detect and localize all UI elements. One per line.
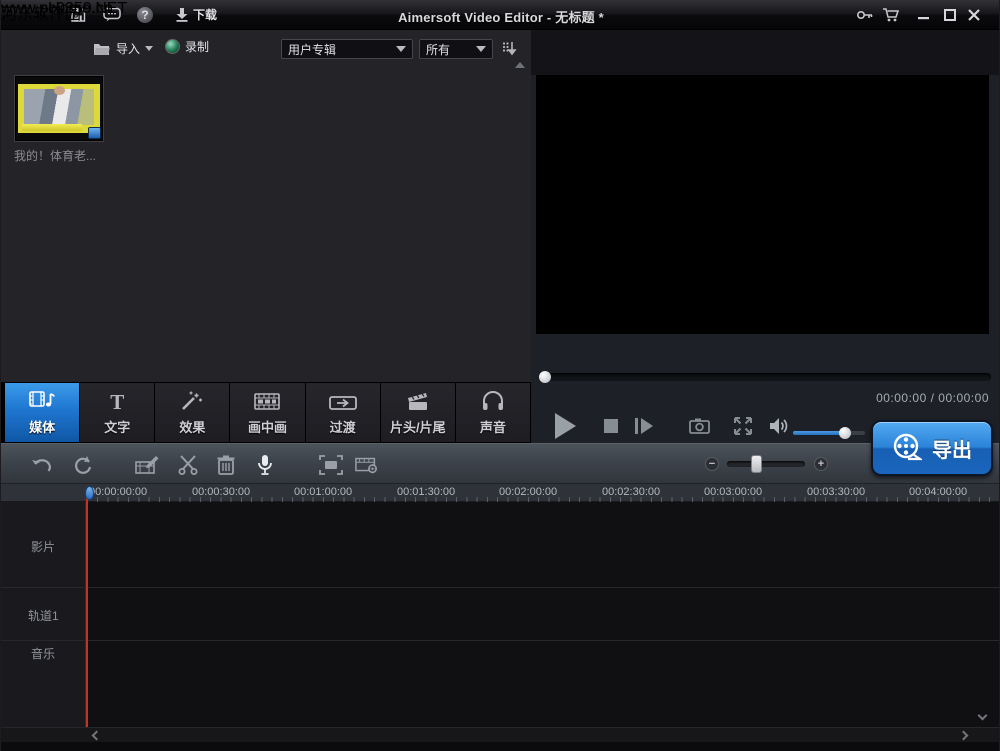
app-window: ? 下载 Aimersoft Video Editor - 无标题 * 导入 xyxy=(0,0,1000,751)
timeline-toolbar: − + xyxy=(1,443,1000,484)
tab-media[interactable]: 媒体 xyxy=(5,383,79,442)
timeline-ruler[interactable]: 00:00:00:00 00:00:30:00 00:01:00:00 00:0… xyxy=(1,484,1000,502)
zoom-out-button[interactable]: − xyxy=(705,457,719,471)
pip-frame-icon[interactable] xyxy=(319,453,343,477)
record-label: 录制 xyxy=(185,38,209,55)
stop-button[interactable] xyxy=(603,418,619,434)
preview-panel: 00:00:00 / 00:00:00 xyxy=(531,30,1000,443)
timeline-tracks[interactable]: 影片 轨道1 音乐 xyxy=(1,502,1000,727)
text-tool-icon: T xyxy=(110,386,124,412)
volume-fill xyxy=(793,431,845,435)
sort-icon[interactable] xyxy=(502,41,517,56)
tab-transition-label: 过渡 xyxy=(330,417,356,436)
clip-caption: 我的！体育老... xyxy=(14,147,124,164)
filter-dropdown-value: 所有 xyxy=(426,41,450,58)
tab-transition[interactable]: 过渡 xyxy=(306,383,380,442)
filmstrip-icon xyxy=(254,386,280,412)
split-scissors-icon[interactable] xyxy=(176,453,200,477)
preview-top-strip xyxy=(531,30,1000,75)
tab-text[interactable]: T 文字 xyxy=(80,383,154,442)
volume-speaker-icon[interactable] xyxy=(769,417,789,435)
tab-text-label: 文字 xyxy=(104,417,130,436)
timeline-zoom-slider[interactable] xyxy=(727,461,805,467)
voiceover-mic-icon[interactable] xyxy=(253,453,277,477)
track-divider xyxy=(1,640,1000,641)
clip-settings-icon[interactable] xyxy=(355,453,379,477)
folder-icon xyxy=(93,42,111,56)
tab-audio[interactable]: 声音 xyxy=(456,383,530,442)
volume-handle[interactable] xyxy=(839,427,851,439)
headphones-icon xyxy=(481,386,505,412)
clip-video-badge-icon xyxy=(88,127,101,139)
album-dropdown-value: 用户专辑 xyxy=(288,41,336,58)
minimize-button[interactable] xyxy=(913,5,935,25)
album-dropdown-caret-icon xyxy=(396,46,406,52)
timeline-hscrollbar[interactable] xyxy=(1,727,1000,742)
hscroll-left-icon[interactable] xyxy=(93,732,100,739)
record-icon xyxy=(165,39,180,54)
transition-icon xyxy=(329,386,357,412)
clip-thumbnail-image xyxy=(16,77,102,140)
tab-titles-label: 片头/片尾 xyxy=(390,417,446,436)
magic-wand-icon xyxy=(180,386,204,412)
filter-dropdown[interactable]: 所有 xyxy=(419,39,493,59)
tab-titles[interactable]: 片头/片尾 xyxy=(381,383,455,442)
delete-trash-icon[interactable] xyxy=(214,453,238,477)
watermark-preview-text: www.pHome.NET xyxy=(1,0,127,18)
tab-pip-label: 画中画 xyxy=(248,417,287,436)
window-title: Aimersoft Video Editor - 无标题 * xyxy=(1,7,1000,26)
album-dropdown[interactable]: 用户专辑 xyxy=(281,39,413,59)
tab-media-label: 媒体 xyxy=(29,417,55,436)
clapperboard-icon xyxy=(406,386,430,412)
zoom-in-button[interactable]: + xyxy=(814,457,828,471)
record-button[interactable]: 录制 xyxy=(165,38,209,55)
hscroll-right-icon[interactable] xyxy=(960,732,967,739)
play-button[interactable] xyxy=(553,412,577,440)
import-label: 导入 xyxy=(116,40,140,57)
window-bottom-edge xyxy=(1,742,1000,751)
track-label-video: 影片 xyxy=(31,538,55,555)
tab-pip[interactable]: 画中画 xyxy=(230,383,304,442)
tracks-scroll-down-icon[interactable] xyxy=(979,712,986,719)
cart-icon[interactable] xyxy=(879,5,901,25)
snapshot-camera-icon[interactable] xyxy=(689,418,710,434)
playhead-marker[interactable] xyxy=(85,486,94,500)
redo-icon[interactable] xyxy=(71,453,95,477)
film-reel-icon xyxy=(892,433,922,463)
track-label-column: 影片 轨道1 音乐 xyxy=(1,502,86,727)
library-tab-bar: 媒体 T 文字 效果 画中画 过渡 片头/片 xyxy=(1,382,531,443)
import-button[interactable]: 导入 xyxy=(93,40,153,57)
register-key-icon[interactable] xyxy=(853,5,875,25)
close-button[interactable] xyxy=(963,5,985,25)
track-label-track1: 轨道1 xyxy=(28,607,59,624)
export-button[interactable]: 导出 xyxy=(871,420,993,476)
track-label-music: 音乐 xyxy=(31,645,55,662)
video-preview xyxy=(536,75,989,334)
clip-thumbnail[interactable] xyxy=(14,75,104,142)
import-caret-icon xyxy=(145,46,153,51)
title-bar: ? 下载 Aimersoft Video Editor - 无标题 * xyxy=(1,0,1000,30)
tab-effects[interactable]: 效果 xyxy=(155,383,229,442)
timeline-zoom-handle[interactable] xyxy=(751,455,762,473)
undo-icon[interactable] xyxy=(29,453,53,477)
playhead-line xyxy=(86,498,88,727)
tab-audio-label: 声音 xyxy=(480,417,506,436)
export-label: 导出 xyxy=(932,434,972,463)
tab-effects-label: 效果 xyxy=(179,417,205,436)
maximize-button[interactable] xyxy=(939,5,961,25)
fullscreen-icon[interactable] xyxy=(734,417,752,435)
filter-dropdown-caret-icon xyxy=(476,46,486,52)
library-scroll-up-icon[interactable] xyxy=(515,62,525,68)
step-forward-button[interactable] xyxy=(634,417,654,435)
seek-bar[interactable] xyxy=(544,373,991,381)
media-film-note-icon xyxy=(29,386,55,412)
track-divider xyxy=(1,587,1000,588)
seek-handle[interactable] xyxy=(539,371,551,383)
edit-clip-icon[interactable] xyxy=(135,453,159,477)
volume-slider[interactable] xyxy=(793,431,865,435)
